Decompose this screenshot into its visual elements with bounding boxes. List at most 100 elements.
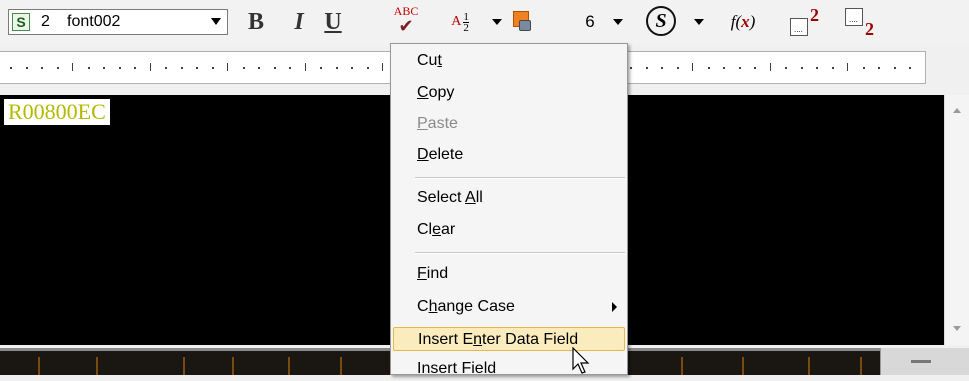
underline-button[interactable]: U bbox=[320, 8, 346, 36]
mnemonic: D bbox=[417, 146, 429, 163]
database-icon bbox=[519, 20, 531, 31]
mnemonic: A bbox=[465, 189, 476, 206]
ruler-dot bbox=[335, 67, 338, 69]
fraction-letter: A bbox=[451, 14, 462, 29]
ruler-dot bbox=[754, 67, 756, 69]
ruler-dot bbox=[816, 67, 818, 69]
band-mark bbox=[340, 357, 342, 375]
scroll-up-icon[interactable] bbox=[953, 108, 961, 113]
chevron-down-icon[interactable] bbox=[211, 18, 221, 25]
panel-bar bbox=[911, 360, 931, 363]
menu-label: elete bbox=[428, 146, 464, 163]
font-name: font002 bbox=[67, 13, 121, 30]
fx-paren-close: ) bbox=[749, 12, 756, 31]
box-dots: .... bbox=[849, 15, 858, 24]
ruler-dot bbox=[87, 67, 90, 69]
menu-label: C bbox=[417, 298, 429, 315]
menu-item-copy[interactable]: Copy bbox=[393, 81, 625, 105]
ruler-dot bbox=[676, 67, 679, 69]
menu-item-clear[interactable]: Clear bbox=[393, 218, 625, 242]
ruler-dot bbox=[258, 67, 260, 69]
menu-label: opy bbox=[428, 84, 455, 101]
fraction-icon: 1 2 bbox=[463, 11, 469, 34]
ruler-dot bbox=[893, 67, 896, 69]
band-mark bbox=[232, 357, 234, 375]
ruler-dot bbox=[630, 67, 632, 69]
menu-label: Select bbox=[417, 189, 466, 206]
menu-item-paste: Paste bbox=[393, 112, 625, 136]
ruler-tick bbox=[149, 63, 151, 71]
symbol-dropdown-arrow[interactable] bbox=[694, 19, 704, 25]
ruler-dot bbox=[366, 67, 369, 69]
ruler-dot bbox=[56, 67, 59, 69]
function-button[interactable]: f(x) bbox=[725, 8, 761, 36]
ruler-dot bbox=[800, 67, 803, 69]
ruler-tick bbox=[847, 63, 848, 71]
menu-label: ll bbox=[475, 189, 483, 206]
ruler-dot bbox=[118, 67, 121, 69]
submenu-arrow-icon bbox=[612, 302, 617, 312]
editor-text[interactable]: R00800EC bbox=[4, 99, 110, 125]
ruler-dot bbox=[10, 67, 12, 69]
symbol-button[interactable]: S bbox=[646, 6, 676, 36]
ruler-tick bbox=[769, 63, 771, 71]
menu-item-change-case[interactable]: Change Case bbox=[393, 295, 625, 319]
menu-item-cut[interactable]: Cut bbox=[393, 49, 625, 73]
menu-label: ange Case bbox=[437, 298, 515, 315]
bold-button[interactable]: B bbox=[243, 8, 269, 36]
menu-label: Insert E bbox=[418, 331, 474, 348]
ruler-dot bbox=[878, 67, 880, 69]
subscript-button[interactable]: .... 2 bbox=[843, 5, 879, 39]
fraction-button[interactable]: A 1 2 bbox=[442, 8, 478, 36]
ruler-dot bbox=[180, 67, 183, 69]
band-mark bbox=[860, 357, 862, 375]
formatting-toolbar: S 2 font002 B I U ABC ✔ A 1 2 6 S f(x) .… bbox=[0, 0, 969, 44]
menu-label: ind bbox=[426, 265, 449, 282]
font-select[interactable]: S 2 font002 bbox=[8, 9, 228, 35]
ruler-dot bbox=[41, 67, 43, 69]
ruler-dot bbox=[785, 67, 787, 69]
text-size-value: 6 bbox=[585, 12, 595, 31]
box-dots: .... bbox=[794, 25, 803, 34]
size-dropdown-arrow[interactable] bbox=[613, 19, 623, 25]
ruler-dot bbox=[289, 67, 291, 69]
ruler-tick bbox=[692, 63, 693, 71]
menu-label: Cu bbox=[417, 52, 438, 69]
ruler-dot bbox=[196, 67, 198, 69]
ruler-dot bbox=[320, 67, 322, 69]
spell-check-button[interactable]: ABC ✔ bbox=[386, 3, 426, 37]
mouse-pointer-icon bbox=[572, 347, 590, 374]
ruler-dot bbox=[103, 67, 105, 69]
font-number: 2 bbox=[41, 13, 50, 30]
ruler-dot bbox=[242, 67, 245, 69]
superscript-button[interactable]: .... 2 bbox=[788, 5, 828, 37]
mnemonic: e bbox=[432, 221, 442, 238]
band-mark bbox=[96, 357, 98, 375]
menu-separator bbox=[415, 252, 625, 254]
ruler-dot bbox=[165, 67, 167, 69]
mnemonic: n bbox=[473, 331, 483, 348]
band-mark bbox=[742, 357, 744, 375]
ruler-dot bbox=[831, 67, 834, 69]
fraction-denominator: 2 bbox=[463, 21, 469, 34]
menu-item-find[interactable]: Find bbox=[393, 262, 625, 286]
mnemonic: t bbox=[437, 52, 442, 69]
subscript-number: 2 bbox=[865, 19, 874, 39]
fill-color-button[interactable] bbox=[513, 11, 531, 31]
menu-item-select-all[interactable]: Select All bbox=[393, 186, 625, 210]
vertical-scrollbar[interactable] bbox=[944, 95, 969, 345]
italic-button[interactable]: I bbox=[288, 8, 310, 36]
subscript-box-icon: .... bbox=[845, 8, 863, 26]
ruler-dot bbox=[707, 67, 710, 69]
font-icon: S bbox=[12, 13, 30, 31]
ruler-tick bbox=[227, 63, 228, 71]
scroll-down-icon[interactable] bbox=[953, 326, 961, 331]
band-mark bbox=[183, 357, 185, 375]
superscript-number: 2 bbox=[810, 5, 819, 25]
menu-item-delete[interactable]: Delete bbox=[393, 143, 625, 167]
band-mark bbox=[681, 357, 683, 375]
ruler-dot bbox=[134, 67, 136, 69]
ruler-tick bbox=[72, 63, 73, 71]
menu-label: ar bbox=[441, 221, 456, 238]
fraction-dropdown-arrow[interactable] bbox=[492, 19, 502, 25]
